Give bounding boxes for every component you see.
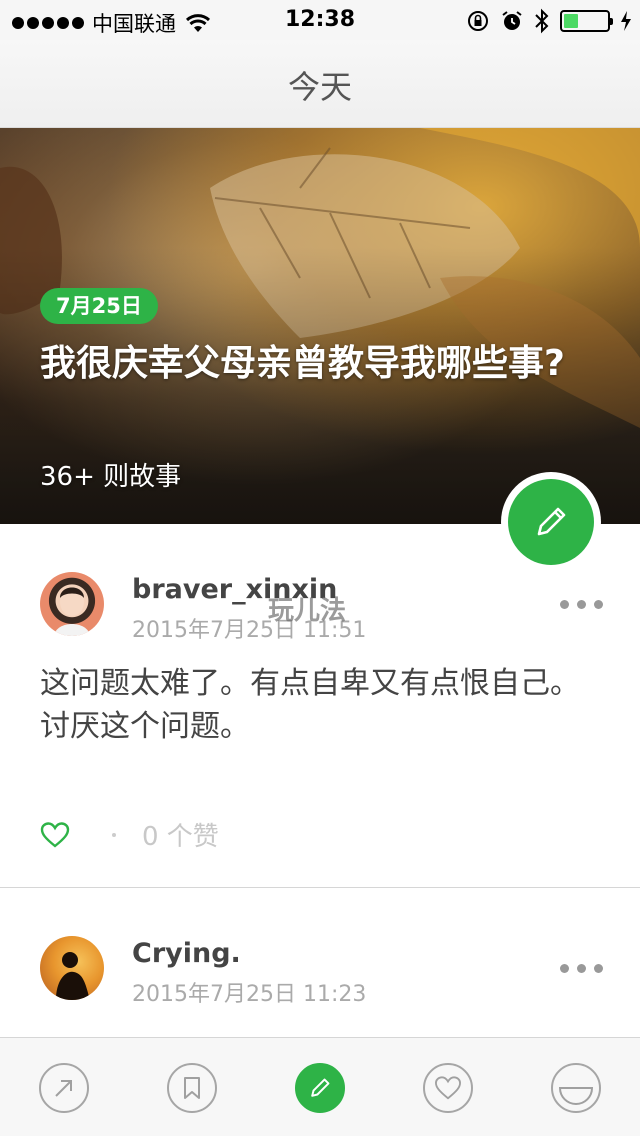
post-username[interactable]: Crying. <box>132 938 241 969</box>
more-options-button[interactable] <box>560 600 603 609</box>
tab-bookmark[interactable] <box>167 1063 217 1113</box>
status-bar: 中国联通 12:38 <box>0 0 640 40</box>
charging-icon <box>621 11 631 31</box>
topic-hero[interactable]: 7月25日 我很庆幸父母亲曾教导我哪些事? 36+ 则故事 <box>0 128 640 524</box>
post-card: Crying. 2015年7月25日 11:23 <box>0 888 640 1037</box>
tab-compose[interactable] <box>295 1063 345 1113</box>
tab-profile[interactable] <box>551 1063 601 1113</box>
compose-icon <box>311 1078 330 1097</box>
story-count: 36+ 则故事 <box>40 462 182 492</box>
separator-dot <box>112 832 116 837</box>
orientation-lock-icon <box>468 11 488 31</box>
post-card: braver_xinxin 2015年7月25日 11:51 这问题太难了。有点… <box>0 524 640 887</box>
tab-share[interactable] <box>39 1063 89 1113</box>
alarm-icon <box>502 11 522 30</box>
more-options-button[interactable] <box>560 964 603 973</box>
share-icon <box>55 1080 72 1097</box>
status-right <box>466 8 632 34</box>
bookmark-icon <box>184 1077 200 1099</box>
post-time: 2015年7月25日 11:23 <box>132 982 367 1007</box>
battery-icon <box>560 10 613 32</box>
watermark: 玩儿法 <box>268 596 347 626</box>
topic-title: 我很庆幸父母亲曾教导我哪些事? <box>40 343 565 384</box>
date-badge: 7月25日 <box>40 288 158 324</box>
pencil-icon <box>537 507 566 536</box>
page-title: 今天 <box>287 68 352 106</box>
like-count: 0 个赞 <box>142 822 219 852</box>
nav-bar: 今天 <box>0 40 640 128</box>
smile-icon <box>558 1087 594 1105</box>
post-body: 这问题太难了。有点自卑又有点恨自己。 讨厌这个问题。 <box>40 666 580 744</box>
tab-likes[interactable] <box>423 1063 473 1113</box>
heart-icon <box>434 1076 462 1100</box>
tab-bar <box>0 1037 640 1136</box>
avatar[interactable] <box>40 572 104 636</box>
heart-icon[interactable] <box>40 821 70 849</box>
bluetooth-icon <box>535 8 549 34</box>
avatar[interactable] <box>40 936 104 1000</box>
like-row: 0 个赞 <box>40 816 219 853</box>
compose-button[interactable] <box>508 479 594 565</box>
